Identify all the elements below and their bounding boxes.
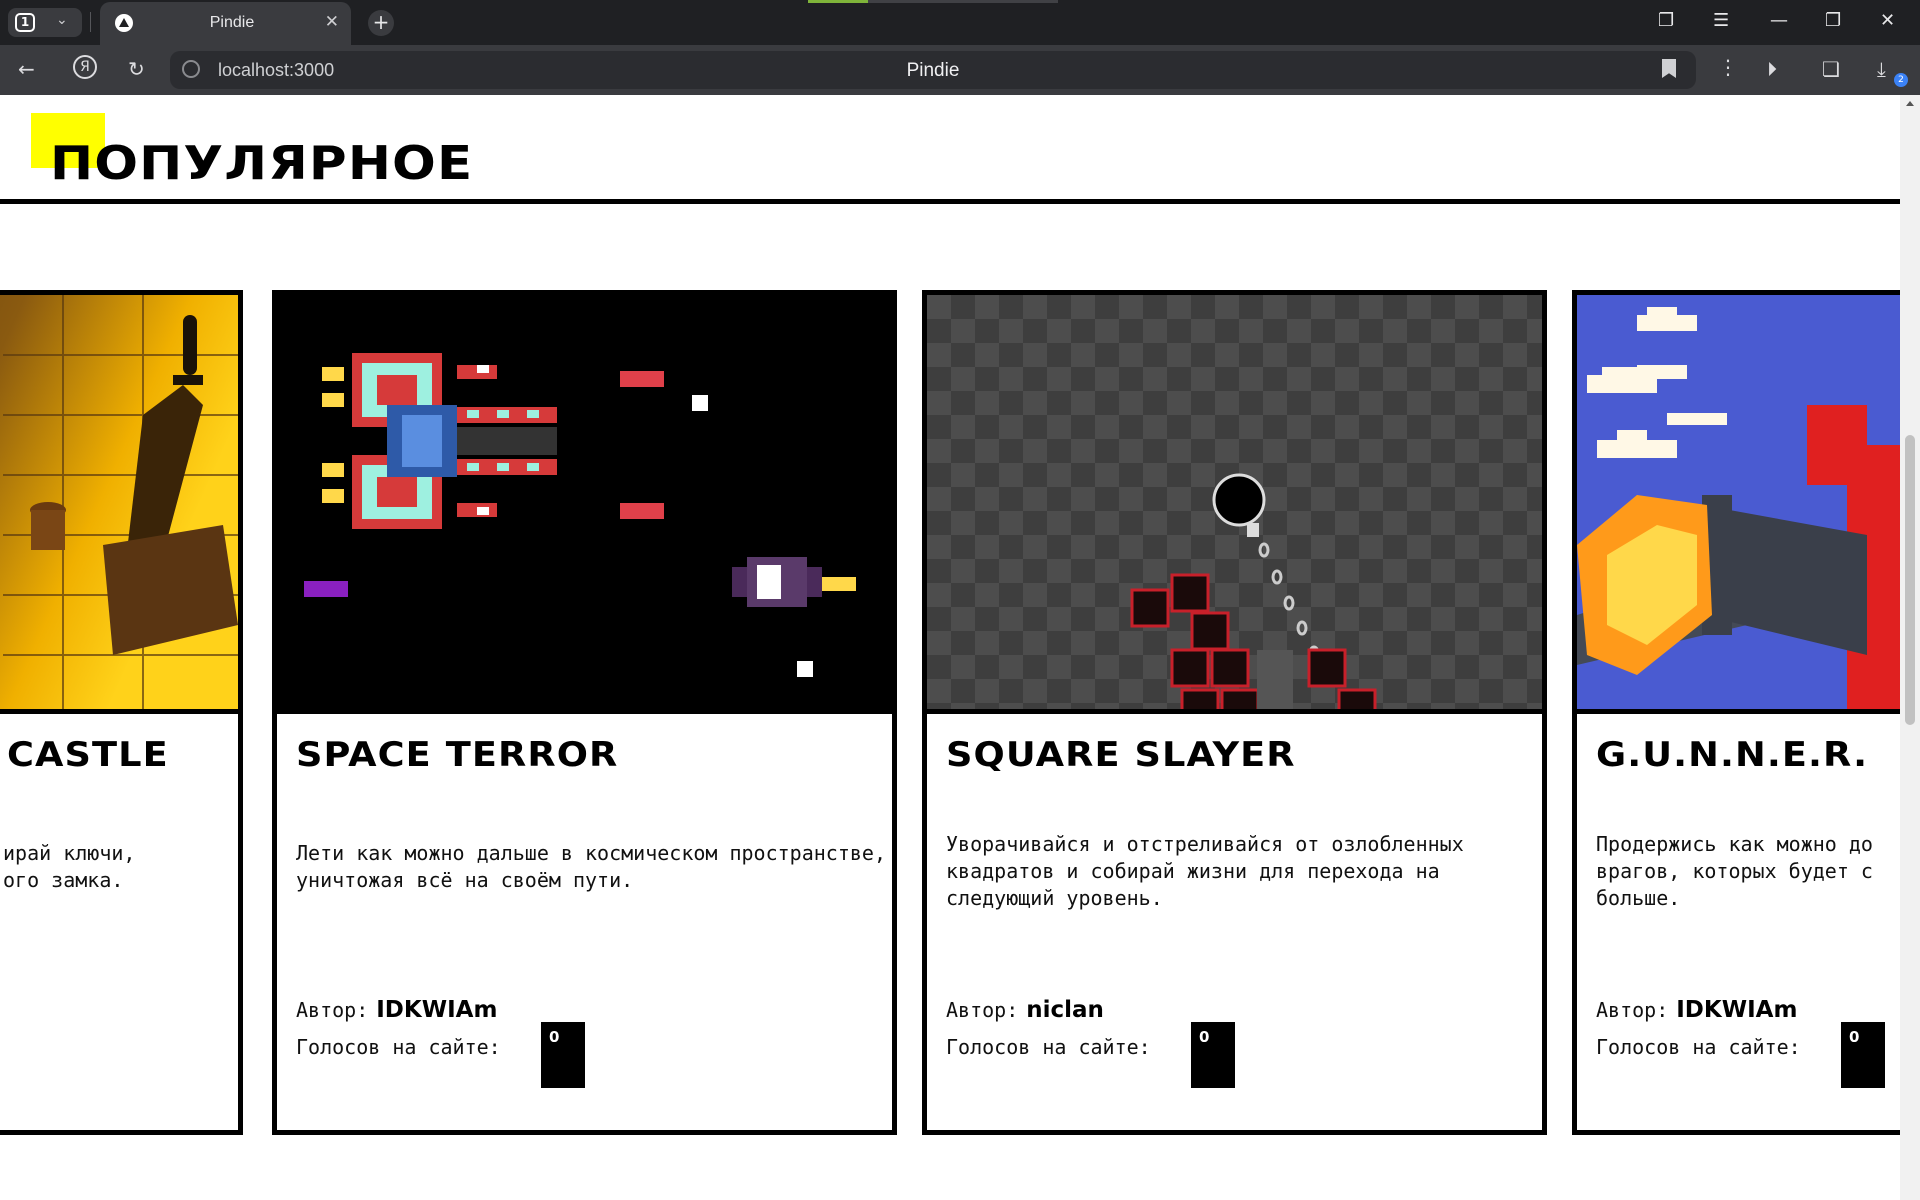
tab-counter-button[interactable]: 1 ⌄	[8, 8, 82, 37]
card-image-divider	[927, 709, 1542, 714]
collections-icon[interactable]: ❐	[1658, 10, 1674, 31]
browser-tabbar: 1 ⌄ Pindie ✕ + ❐ ☰ — ❐ ✕	[0, 0, 1920, 45]
page-scrollbar[interactable]	[1900, 95, 1920, 1200]
restore-window-icon[interactable]: ❐	[1825, 10, 1841, 31]
tab-pindie[interactable]: Pindie ✕	[100, 2, 351, 45]
game-title: SQUARE SLAYER	[946, 735, 1296, 775]
game-card-castle[interactable]: CASTLE ирай ключи, ого замка.	[0, 290, 243, 1135]
votes-label: Голосов на сайте:	[1596, 1035, 1801, 1059]
more-options-icon[interactable]: ⋮	[1718, 55, 1738, 79]
author-label: Автор:	[296, 998, 369, 1022]
address-bar-page-title: Pindie	[906, 60, 960, 81]
chevron-down-icon: ⌄	[56, 12, 68, 28]
downloads-count-badge: 2	[1894, 73, 1908, 87]
author-line: Автор: niclan	[946, 997, 1104, 1023]
game-card-gunner[interactable]: G.U.N.N.E.R. Продержись как можно до вра…	[1572, 290, 1900, 1135]
scroll-up-arrow-icon[interactable]	[1906, 101, 1914, 106]
votes-label: Голосов на сайте:	[946, 1035, 1151, 1059]
reload-icon[interactable]: ↻	[128, 57, 145, 81]
game-title: SPACE TERROR	[296, 735, 619, 775]
author-line: Автор: IDKWIAm	[296, 997, 497, 1023]
game-card-square-slayer[interactable]: SQUARE SLAYER Уворачивайся и отстреливай…	[922, 290, 1547, 1135]
author-name: niclan	[1026, 997, 1104, 1023]
game-cover-gunner	[1577, 295, 1900, 709]
votes-count: 0	[1841, 1022, 1885, 1088]
author-label: Автор:	[946, 998, 1019, 1022]
game-title: CASTLE	[7, 735, 169, 775]
game-card-space-terror[interactable]: SPACE TERROR Лети как можно дальше в кос…	[272, 290, 897, 1135]
section-title: ПОПУЛЯРНОЕ	[50, 136, 474, 190]
page-viewport: ПОПУЛЯРНОЕ CASTLE ирай ключи, ого замка.…	[0, 95, 1900, 1200]
votes-line: Голосов на сайте:	[1596, 1035, 1801, 1059]
card-image-divider	[1577, 709, 1900, 714]
votes-line: Голосов на сайте:	[946, 1035, 1151, 1059]
game-description: Продержись как можно до врагов, которых …	[1596, 832, 1873, 910]
votes-count: 0	[1191, 1022, 1235, 1088]
votes-line: Голосов на сайте:	[296, 1035, 501, 1059]
author-name: IDKWIAm	[1676, 997, 1798, 1023]
game-cover-space-terror	[277, 295, 892, 709]
downloads-icon[interactable]: ⤓	[1877, 57, 1886, 81]
tab-title: Pindie	[209, 14, 255, 31]
close-tab-icon[interactable]: ✕	[325, 12, 339, 32]
site-favicon-icon	[115, 14, 133, 32]
scrollbar-thumb[interactable]	[1905, 435, 1915, 725]
author-name: IDKWIAm	[376, 997, 498, 1023]
menu-icon[interactable]: ☰	[1713, 10, 1729, 31]
game-title: G.U.N.N.E.R.	[1596, 735, 1869, 775]
tab-strip-track	[868, 0, 1058, 3]
game-description: Лети как можно дальше в космическом прос…	[296, 841, 887, 892]
yandex-logo-icon[interactable]: Я	[73, 55, 97, 79]
address-bar[interactable]: localhost:3000 Pindie	[170, 51, 1696, 89]
browser-navbar: ← Я ↻ localhost:3000 Pindie ⋮ ⏵ ❏ ⤓ 2	[0, 45, 1920, 95]
game-description: Уворачивайся и отстреливайся от озлоблен…	[946, 832, 1464, 910]
minimize-icon[interactable]: —	[1770, 10, 1788, 31]
new-tab-button[interactable]: +	[368, 10, 394, 36]
close-window-icon[interactable]: ✕	[1880, 10, 1895, 31]
card-image-divider	[0, 709, 238, 714]
section-divider	[0, 199, 1900, 204]
votes-label: Голосов на сайте:	[296, 1035, 501, 1059]
back-arrow-icon[interactable]: ←	[18, 57, 35, 81]
video-player-icon[interactable]: ⏵	[1767, 57, 1777, 81]
votes-count: 0	[541, 1022, 585, 1088]
author-line: Автор: IDKWIAm	[1596, 997, 1797, 1023]
author-label: Автор:	[1596, 998, 1669, 1022]
game-cover-square-slayer	[927, 295, 1542, 709]
tab-strip-indicator	[808, 0, 868, 3]
tab-separator	[90, 12, 91, 32]
card-image-divider	[277, 709, 892, 714]
reader-mode-icon[interactable]: ❏	[1822, 57, 1840, 81]
tab-count: 1	[15, 13, 35, 32]
game-description: ирай ключи, ого замка.	[3, 841, 136, 892]
game-cover-castle	[0, 295, 238, 709]
